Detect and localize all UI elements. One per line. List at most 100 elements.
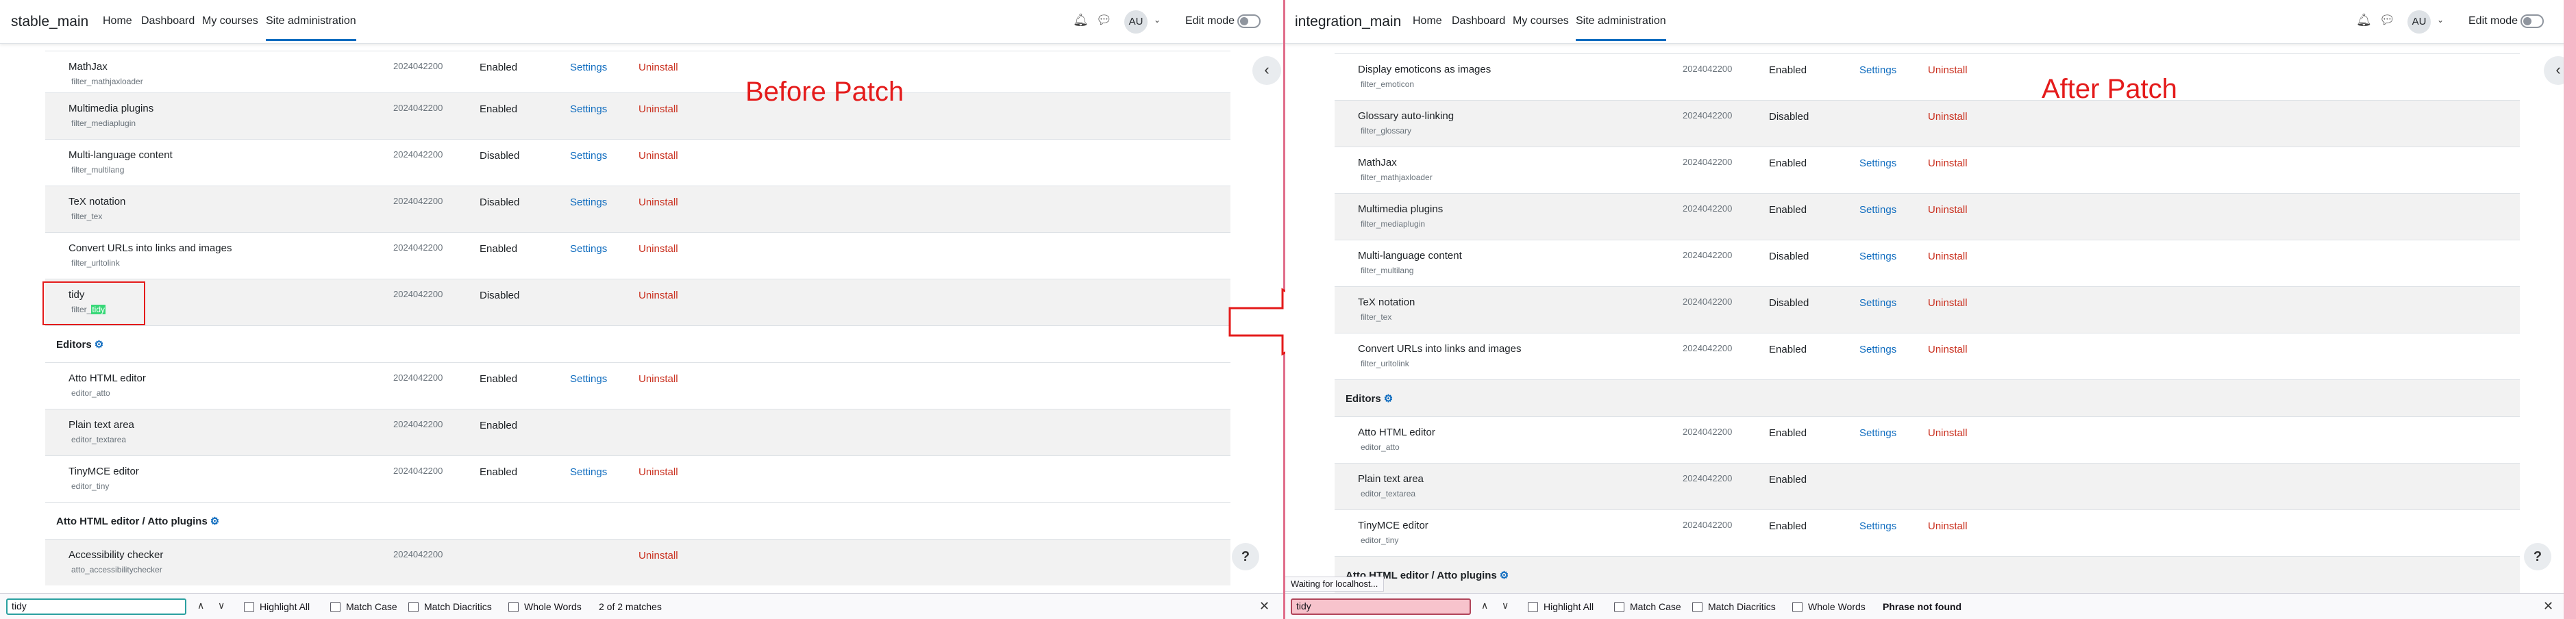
find-status: Phrase not found — [1883, 601, 1962, 612]
uninstall-link[interactable]: Uninstall — [639, 62, 678, 73]
uninstall-link[interactable]: Uninstall — [639, 290, 678, 301]
settings-link[interactable]: Settings — [570, 197, 607, 208]
uninstall-link[interactable]: Uninstall — [639, 550, 678, 561]
section-title: Editors — [1346, 393, 1381, 405]
nav-dashboard[interactable]: Dashboard — [1452, 15, 1505, 27]
messages-icon[interactable]: 💬︎ — [1096, 13, 1112, 27]
plugin-name: Multimedia plugins — [69, 103, 154, 114]
uninstall-link[interactable]: Uninstall — [1928, 520, 1968, 532]
plugin-status: Enabled — [1769, 157, 1807, 169]
site-name[interactable]: integration_main — [1295, 14, 1401, 30]
gear-icon[interactable]: ⚙ — [210, 515, 219, 527]
nav-my-courses[interactable]: My courses — [202, 15, 258, 27]
bell-icon[interactable]: 🔔︎ — [2356, 13, 2372, 27]
uninstall-link[interactable]: Uninstall — [1928, 64, 1968, 76]
highlight-all-checkbox[interactable]: Highlight All — [244, 601, 310, 612]
plugin-status: Enabled — [480, 373, 518, 385]
settings-link[interactable]: Settings — [1859, 344, 1896, 355]
uninstall-link[interactable]: Uninstall — [639, 373, 678, 385]
chevron-down-icon[interactable]: ⌄ — [1154, 15, 1161, 25]
settings-link[interactable]: Settings — [1859, 427, 1896, 439]
settings-link[interactable]: Settings — [570, 103, 607, 115]
plugin-version: 2024042200 — [393, 61, 443, 71]
match-diacritics-checkbox[interactable]: Match Diacritics — [408, 601, 492, 612]
plugin-status: Enabled — [480, 62, 518, 73]
help-button[interactable]: ? — [1232, 543, 1259, 570]
gear-icon[interactable]: ⚙ — [95, 338, 103, 351]
before-patch-annotation: Before Patch — [745, 77, 904, 107]
find-next-icon[interactable]: ∨ — [1502, 600, 1509, 611]
gear-icon[interactable]: ⚙ — [1384, 392, 1393, 405]
uninstall-link[interactable]: Uninstall — [1928, 297, 1968, 309]
plugin-component: filter_mathjaxloader — [1361, 173, 1433, 182]
nav-home[interactable]: Home — [103, 15, 132, 27]
nav-dashboard[interactable]: Dashboard — [141, 15, 195, 27]
uninstall-link[interactable]: Uninstall — [1928, 344, 1968, 355]
find-previous-icon[interactable]: ∧ — [1481, 600, 1488, 611]
chevron-down-icon[interactable]: ⌄ — [2437, 15, 2444, 25]
plugin-name: Display emoticons as images — [1358, 64, 1491, 75]
plugin-component: filter_multilang — [1361, 266, 1414, 275]
settings-link[interactable]: Settings — [1859, 520, 1896, 532]
settings-link[interactable]: Settings — [570, 62, 607, 73]
close-icon[interactable]: ✕ — [1259, 599, 1270, 614]
uninstall-link[interactable]: Uninstall — [639, 466, 678, 478]
site-name[interactable]: stable_main — [11, 14, 88, 30]
help-button[interactable]: ? — [2524, 543, 2551, 570]
avatar[interactable]: AU — [2407, 10, 2431, 34]
section-editors: Editors ⚙ — [45, 325, 1230, 362]
settings-link[interactable]: Settings — [570, 243, 607, 255]
uninstall-link[interactable]: Uninstall — [1928, 204, 1968, 216]
plugin-version: 2024042200 — [1683, 203, 1733, 214]
settings-link[interactable]: Settings — [1859, 297, 1896, 309]
uninstall-link[interactable]: Uninstall — [639, 103, 678, 115]
uninstall-link[interactable]: Uninstall — [1928, 427, 1968, 439]
avatar[interactable]: AU — [1124, 10, 1148, 34]
settings-link[interactable]: Settings — [1859, 251, 1896, 262]
plugin-version: 2024042200 — [393, 242, 443, 253]
section-atto-plugins: Atto HTML editor / Atto plugins ⚙ — [45, 502, 1230, 539]
table-row: TinyMCE editor editor_tiny 2024042200 En… — [1335, 509, 2520, 556]
match-case-checkbox[interactable]: Match Case — [1614, 601, 1681, 612]
section-atto-plugins: Atto HTML editor / Atto plugins ⚙ — [1335, 556, 2520, 593]
uninstall-link[interactable]: Uninstall — [639, 150, 678, 162]
close-icon[interactable]: ✕ — [2543, 599, 2553, 614]
option-label: Match Diacritics — [1708, 601, 1776, 612]
bell-icon[interactable]: 🔔︎ — [1073, 13, 1089, 27]
messages-icon[interactable]: 💬︎ — [2379, 13, 2395, 27]
find-input[interactable]: tidy — [6, 598, 186, 615]
settings-link[interactable]: Settings — [1859, 157, 1896, 169]
nav-site-administration[interactable]: Site administration — [266, 15, 356, 41]
settings-link[interactable]: Settings — [1859, 64, 1896, 76]
uninstall-link[interactable]: Uninstall — [1928, 251, 1968, 262]
whole-words-checkbox[interactable]: Whole Words — [508, 601, 582, 612]
uninstall-link[interactable]: Uninstall — [1928, 157, 1968, 169]
settings-link[interactable]: Settings — [570, 150, 607, 162]
plugin-version: 2024042200 — [393, 372, 443, 383]
edit-mode-toggle[interactable] — [2521, 14, 2544, 28]
find-previous-icon[interactable]: ∧ — [197, 600, 204, 611]
nav-my-courses[interactable]: My courses — [1513, 15, 1569, 27]
highlight-all-checkbox[interactable]: Highlight All — [1528, 601, 1594, 612]
settings-link[interactable]: Settings — [1859, 204, 1896, 216]
match-diacritics-checkbox[interactable]: Match Diacritics — [1692, 601, 1776, 612]
match-case-checkbox[interactable]: Match Case — [330, 601, 397, 612]
uninstall-link[interactable]: Uninstall — [1928, 111, 1968, 123]
uninstall-link[interactable]: Uninstall — [639, 243, 678, 255]
find-next-icon[interactable]: ∨ — [218, 600, 225, 611]
settings-link[interactable]: Settings — [570, 466, 607, 478]
plugin-name: Plain text area — [69, 419, 134, 431]
settings-link[interactable]: Settings — [570, 373, 607, 385]
nav-site-administration[interactable]: Site administration — [1576, 15, 1666, 41]
whole-words-checkbox[interactable]: Whole Words — [1792, 601, 1866, 612]
table-row: Multi-language content filter_multilang … — [1335, 240, 2520, 286]
uninstall-link[interactable]: Uninstall — [639, 197, 678, 208]
plugin-status: Enabled — [480, 243, 518, 255]
nav-home[interactable]: Home — [1413, 15, 1442, 27]
edit-mode-toggle[interactable] — [1237, 14, 1261, 28]
find-input[interactable]: tidy — [1291, 598, 1471, 615]
plugin-status: Disabled — [480, 290, 520, 301]
drawer-toggle-chevron-left-icon[interactable]: ‹ — [1252, 56, 1281, 85]
option-label: Match Case — [346, 601, 397, 612]
gear-icon[interactable]: ⚙ — [1500, 569, 1509, 581]
